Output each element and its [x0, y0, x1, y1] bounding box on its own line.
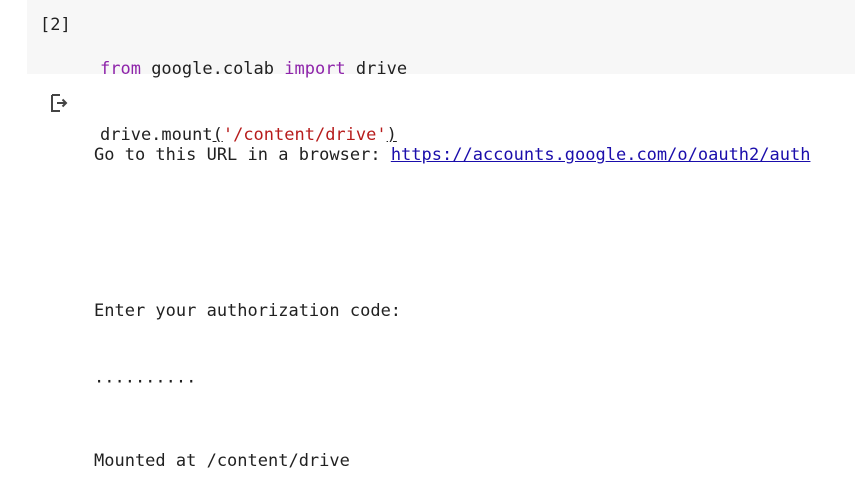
- output-redirect-icon[interactable]: [48, 92, 70, 114]
- url-prompt: Go to this URL in a browser:: [94, 145, 391, 165]
- auth-url-link[interactable]: https://accounts.google.com/o/oauth2/aut…: [391, 145, 811, 165]
- output-spacer: [94, 220, 855, 246]
- import-name: drive: [345, 59, 408, 79]
- auth-code-input[interactable]: ··········: [94, 372, 855, 392]
- code-line-1: from google.colab import drive: [100, 58, 407, 80]
- execution-count: [2]: [40, 15, 71, 35]
- url-line: Go to this URL in a browser: https://acc…: [94, 142, 855, 168]
- auth-prompt: Enter your authorization code:: [94, 301, 402, 321]
- cell-output: Go to this URL in a browser: https://acc…: [94, 90, 855, 500]
- keyword-from: from: [100, 59, 141, 79]
- keyword-import: import: [284, 59, 346, 79]
- mounted-message: Mounted at /content/drive: [94, 451, 350, 471]
- module-name: google.colab: [140, 59, 285, 79]
